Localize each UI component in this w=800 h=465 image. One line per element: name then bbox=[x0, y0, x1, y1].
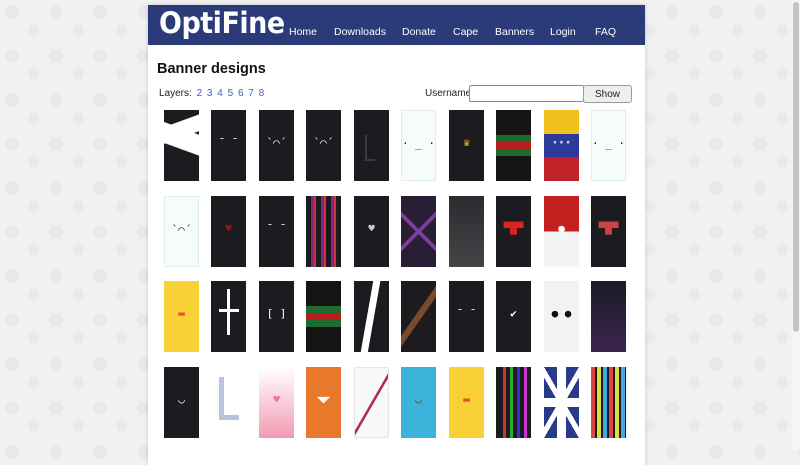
banner-white-sad-face[interactable]: `⌒´ bbox=[164, 196, 199, 267]
layers-link-2[interactable]: 2 bbox=[197, 88, 203, 99]
scrollbar-thumb[interactable] bbox=[793, 2, 799, 332]
scrollbar[interactable] bbox=[792, 0, 800, 449]
banner-union-jack[interactable] bbox=[544, 367, 579, 438]
banner-white-sword[interactable] bbox=[354, 367, 389, 438]
banner-black-sad-face[interactable]: `⌒´ bbox=[306, 110, 341, 181]
banner-emblem-icon: ♥ bbox=[273, 393, 280, 406]
banner-mushroom[interactable]: ▀█▀ bbox=[496, 196, 531, 267]
banner-emblem-icon: ◥◤ bbox=[316, 393, 331, 406]
page-title: Banner designs bbox=[157, 61, 266, 77]
banner-bleeding-heart[interactable]: ♥ bbox=[211, 196, 246, 267]
banner-emblem-icon: ▀█▀ bbox=[503, 222, 524, 235]
layers-link-6[interactable]: 6 bbox=[238, 88, 244, 99]
banner-black-sad-face[interactable]: `⌒´ bbox=[259, 110, 294, 181]
banner-emblem-icon: ⋆⋆⋆ bbox=[551, 136, 572, 149]
banner-emblem-icon: `⌒´ bbox=[313, 136, 334, 149]
banner-crown[interactable]: ♛ bbox=[449, 110, 484, 181]
nav-donate[interactable]: Donate bbox=[402, 26, 436, 38]
page-content: OptiFine Home Downloads Donate Cape Bann… bbox=[148, 5, 645, 465]
banner-purple-red-stripes[interactable] bbox=[306, 196, 341, 267]
banner-emblem-icon: ¯ ¯ bbox=[266, 222, 287, 235]
show-button[interactable]: Show bbox=[583, 85, 632, 103]
banner-purple-cross[interactable] bbox=[401, 196, 436, 267]
nav-login[interactable]: Login bbox=[550, 26, 576, 38]
banner-emblem-icon: ● bbox=[558, 222, 565, 235]
banner-emblem-icon: ♛ bbox=[463, 136, 470, 149]
banner-emblem-icon: ▬ bbox=[463, 393, 470, 406]
banner-duck[interactable]: ▬ bbox=[449, 367, 484, 438]
banner-emblem-icon: ¯ ¯ bbox=[456, 307, 477, 320]
banner-dark-shield[interactable] bbox=[449, 196, 484, 267]
layers-link-3[interactable]: 3 bbox=[207, 88, 213, 99]
layers-label: Layers: bbox=[159, 88, 192, 99]
banner-panda[interactable]: ● ● bbox=[544, 281, 579, 352]
banner-emblem-icon: · _ · bbox=[591, 137, 626, 150]
banner-white-face[interactable]: · _ · bbox=[591, 110, 626, 181]
banner-cracked-heart[interactable]: ♥ bbox=[354, 196, 389, 267]
banner-black-white-z[interactable] bbox=[164, 110, 199, 181]
layers-link-8[interactable]: 8 bbox=[259, 88, 265, 99]
banner-emblem-icon: [ ] bbox=[266, 307, 287, 320]
banner-rice-bowl[interactable]: ◡ bbox=[164, 367, 199, 438]
layers-link-7[interactable]: 7 bbox=[248, 88, 254, 99]
banner-emblem-icon: ▬ bbox=[178, 307, 185, 320]
banner-emblem-icon: ◡ bbox=[415, 393, 422, 406]
banner-fox[interactable]: ◥◤ bbox=[306, 367, 341, 438]
banner-emblem-icon: ♥ bbox=[368, 222, 375, 235]
banner-purple-sword[interactable] bbox=[591, 281, 626, 352]
banner-pink-heart[interactable]: ♥ bbox=[259, 367, 294, 438]
nav-faq[interactable]: FAQ bbox=[595, 26, 616, 38]
banner-pokeball[interactable]: ● bbox=[544, 196, 579, 267]
banner-black-white-lightning[interactable] bbox=[354, 281, 389, 352]
banner-sword[interactable] bbox=[401, 281, 436, 352]
layers-link-5[interactable]: 5 bbox=[228, 88, 234, 99]
banner-black-l[interactable] bbox=[354, 110, 389, 181]
banner-rainbow-stripes[interactable] bbox=[496, 367, 531, 438]
banner-rice-bowl-blue[interactable]: ◡ bbox=[401, 367, 436, 438]
navbar: OptiFine Home Downloads Donate Cape Bann… bbox=[148, 5, 645, 45]
banner-color-blocks[interactable] bbox=[591, 367, 626, 438]
banner-white-face[interactable]: · _ · bbox=[401, 110, 436, 181]
banner-black-face[interactable]: ¯ ¯ bbox=[211, 110, 246, 181]
banner-emblem-icon: ¯ ¯ bbox=[218, 136, 239, 149]
banner-check[interactable]: ✔ bbox=[496, 281, 531, 352]
banner-dark-mushroom[interactable]: ▀█▀ bbox=[591, 196, 626, 267]
username-input[interactable] bbox=[469, 85, 584, 102]
banner-emblem-icon: ♥ bbox=[225, 222, 232, 235]
banner-emblem-icon: `⌒´ bbox=[266, 136, 287, 149]
banner-emblem-icon: ◡ bbox=[178, 393, 185, 406]
layers-link-4[interactable]: 4 bbox=[217, 88, 223, 99]
banner-gucci-stripe[interactable] bbox=[306, 281, 341, 352]
banner-emblem-icon: ✔ bbox=[510, 307, 517, 320]
nav-cape[interactable]: Cape bbox=[453, 26, 478, 38]
banner-bracket-face[interactable]: [ ] bbox=[259, 281, 294, 352]
banner-blue-l[interactable] bbox=[211, 367, 246, 438]
banner-emblem-icon: ▀█▀ bbox=[598, 222, 619, 235]
banner-inverted-cross[interactable] bbox=[211, 281, 246, 352]
username-label: Username bbox=[425, 88, 472, 99]
banner-emblem-icon: · _ · bbox=[401, 137, 436, 150]
nav-downloads[interactable]: Downloads bbox=[334, 26, 386, 38]
nav-links: Home Downloads Donate Cape Banners Login… bbox=[148, 26, 645, 42]
banner-emblem-icon: `⌒´ bbox=[171, 223, 192, 236]
banner-duck[interactable]: ▬ bbox=[164, 281, 199, 352]
nav-home[interactable]: Home bbox=[289, 26, 317, 38]
banner-venezuela-flag[interactable]: ⋆⋆⋆ bbox=[544, 110, 579, 181]
banner-gucci-stripe[interactable] bbox=[496, 110, 531, 181]
banner-black-face[interactable]: ¯ ¯ bbox=[259, 196, 294, 267]
banner-black-face[interactable]: ¯ ¯ bbox=[449, 281, 484, 352]
nav-banners[interactable]: Banners bbox=[495, 26, 534, 38]
layers-pagination: Layers: 2 3 4 5 6 7 8 bbox=[159, 88, 264, 99]
banner-emblem-icon: ● ● bbox=[551, 307, 572, 320]
